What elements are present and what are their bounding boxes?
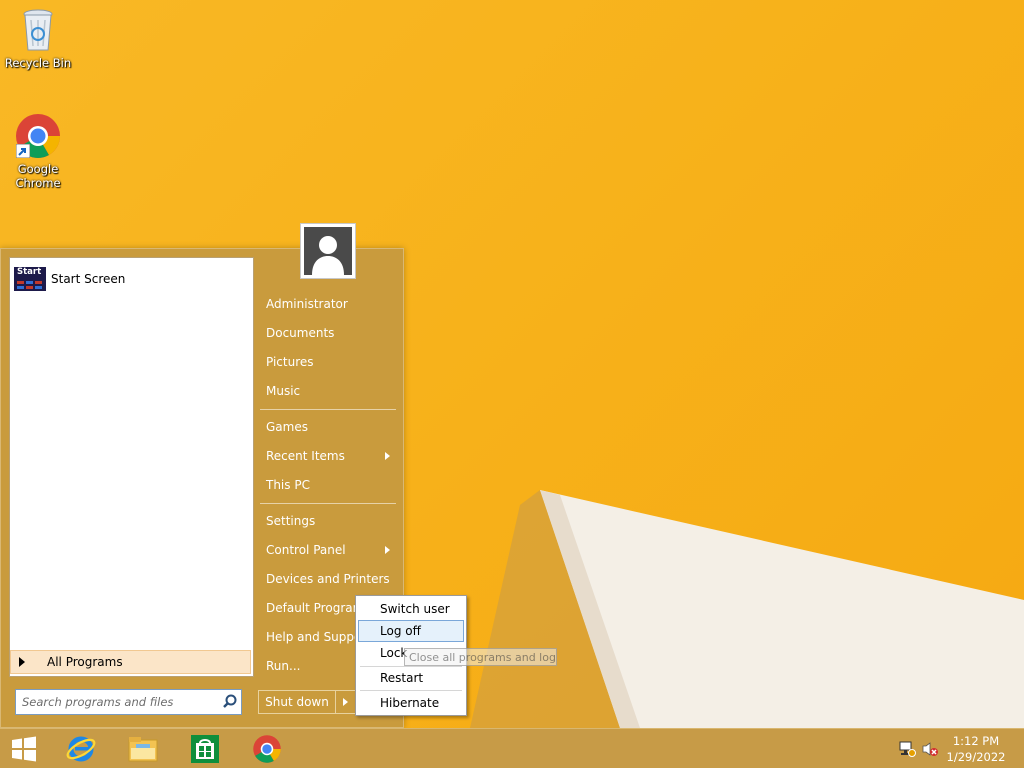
programs-pane: Start Start Screen [9,257,254,677]
menu-item-label: Switch user [380,602,450,616]
right-item-label: Music [266,384,301,398]
taskbar-store[interactable] [181,731,229,767]
taskbar-file-explorer[interactable] [119,731,167,767]
start-screen-icon-text: Start [17,267,42,277]
right-item-label: Control Panel [266,543,346,557]
menu-separator [360,690,462,691]
right-item-label: Help and Support [266,630,356,644]
clock-date: 1/29/2022 [946,750,1006,764]
right-item-label: Administrator [266,297,348,311]
program-item-start-screen[interactable]: Start Start Screen [14,264,250,294]
start-right-item-devices-and-printers[interactable]: Devices and Printers [258,566,398,592]
user-silhouette-icon [304,227,352,275]
menu-item-log-off[interactable]: Log off [358,620,464,642]
right-item-label: Run... [266,659,301,673]
start-right-item-games[interactable]: Games [258,414,398,440]
right-item-label: Settings [266,514,316,528]
right-item-label: Default Programs [266,601,356,615]
start-right-item-control-panel[interactable]: Control Panel [258,537,398,563]
menu-item-label: Log off [380,624,421,638]
search-input[interactable] [16,691,219,713]
desktop-icon-label: Recycle Bin [4,56,72,70]
start-right-item-this-pc[interactable]: This PC [258,472,398,498]
shutdown-label: Shut down [265,695,329,709]
menu-item-hibernate[interactable]: Hibernate [358,692,464,714]
start-right-item-documents[interactable]: Documents [258,320,398,346]
taskbar: 1:12 PM 1/29/2022 [0,728,1024,768]
start-right-item-settings[interactable]: Settings [258,508,398,534]
file-explorer-icon [128,737,158,762]
windows-logo-icon [12,736,36,762]
shutdown-button[interactable]: Shut down [258,690,336,714]
shortcut-arrow-icon [16,144,30,158]
taskbar-internet-explorer[interactable] [57,731,105,767]
right-item-label: Devices and Printers [266,572,390,586]
submenu-arrow-icon [385,546,390,554]
triangle-right-icon [19,657,25,667]
menu-item-restart[interactable]: Restart [358,667,464,689]
menu-item-label: Restart [380,671,424,685]
start-right-item-administrator[interactable]: Administrator [258,291,398,317]
taskbar-clock[interactable]: 1:12 PM 1/29/2022 [946,733,1006,765]
start-right-item-recent-items[interactable]: Recent Items [258,443,398,469]
chrome-icon [14,112,62,160]
menu-item-switch-user[interactable]: Switch user [358,598,464,620]
desktop-icon-recycle-bin[interactable]: Recycle Bin [0,6,76,70]
log-off-tooltip: Close all programs and log off [404,648,557,666]
all-programs-label: All Programs [47,655,123,669]
right-item-label: Recent Items [266,449,345,463]
submenu-arrow-icon [385,452,390,460]
search-box [15,689,242,715]
store-icon [191,735,219,763]
volume-muted-icon[interactable] [921,741,939,757]
start-right-item-music[interactable]: Music [258,378,398,404]
all-programs-button[interactable]: All Programs [10,650,251,674]
internet-explorer-icon [66,736,96,762]
chrome-icon [253,735,281,763]
taskbar-chrome[interactable] [243,731,291,767]
shutdown-options-button[interactable] [336,690,356,714]
right-item-label: Documents [266,326,335,340]
clock-time: 1:12 PM [952,734,1000,748]
user-avatar[interactable] [300,223,356,279]
desktop-icon-label: Google Chrome [15,162,61,190]
program-item-label: Start Screen [51,272,126,286]
search-icon[interactable] [219,691,241,713]
network-icon[interactable] [898,741,916,757]
recycle-bin-icon [14,6,62,54]
start-right-item-default-programs[interactable]: Default Programs [258,595,356,621]
right-item-label: Pictures [266,355,314,369]
chevron-right-icon [343,698,348,706]
start-screen-icon: Start [14,267,46,291]
start-right-item-pictures[interactable]: Pictures [258,349,398,375]
start-button[interactable] [0,731,48,767]
right-item-label: Games [266,420,308,434]
menu-separator [260,503,396,504]
start-right-item-help-and-support[interactable]: Help and Support [258,624,356,650]
menu-item-label: Hibernate [380,696,440,710]
right-item-label: This PC [266,478,310,492]
menu-separator [260,409,396,410]
desktop-icon-google-chrome[interactable]: Google Chrome [0,112,76,190]
